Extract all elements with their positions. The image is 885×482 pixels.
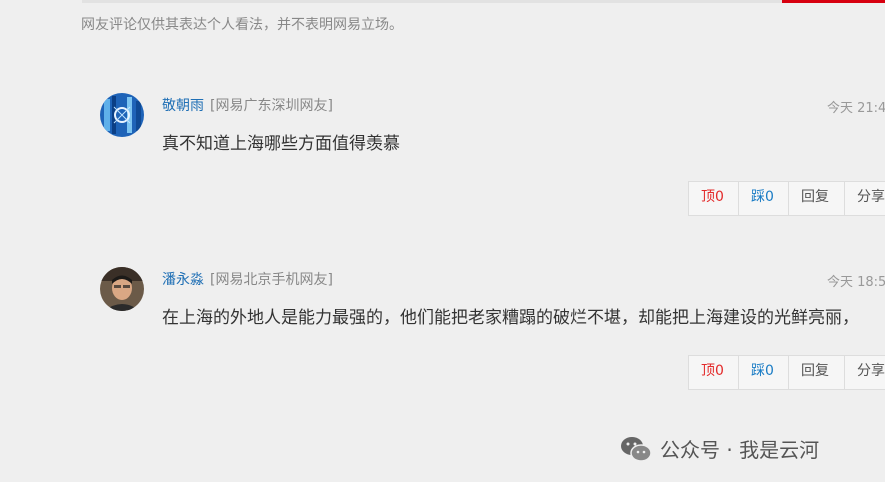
comment-input-border <box>82 0 782 3</box>
watermark-text: 公众号 · 我是云河 <box>660 438 820 462</box>
submit-button-edge[interactable] <box>782 0 885 3</box>
comment-actions: 顶0 踩0 回复 分享 <box>688 355 885 390</box>
comment-text: 真不知道上海哪些方面值得羡慕 <box>162 134 400 154</box>
user-location: [网易广东深圳网友] <box>210 98 333 114</box>
username-link[interactable]: 敬朝雨 <box>162 98 204 114</box>
upvote-button[interactable]: 顶0 <box>689 182 739 215</box>
comment-time: 今天 21:4 <box>827 101 885 116</box>
comment-meta: 敬朝雨 [网易广东深圳网友] <box>162 95 333 115</box>
comment-text: 在上海的外地人是能力最强的，他们能把老家糟蹋的破烂不堪，却能把上海建设的光鲜亮丽… <box>162 308 859 328</box>
upvote-button[interactable]: 顶0 <box>689 356 739 389</box>
user-location: [网易北京手机网友] <box>210 272 333 288</box>
share-button[interactable]: 分享 <box>845 182 885 215</box>
username-link[interactable]: 潘永淼 <box>162 272 204 288</box>
share-button[interactable]: 分享 <box>845 356 885 389</box>
avatar[interactable] <box>100 93 144 137</box>
comment-actions: 顶0 踩0 回复 分享 <box>688 181 885 216</box>
comment-item: 敬朝雨 [网易广东深圳网友] 今天 21:4 真不知道上海哪些方面值得羡慕 顶0 … <box>100 93 885 223</box>
watermark: 公众号 · 我是云河 <box>620 434 819 463</box>
avatar[interactable] <box>100 267 144 311</box>
comment-meta: 潘永淼 [网易北京手机网友] <box>162 269 333 289</box>
reply-button[interactable]: 回复 <box>789 356 845 389</box>
downvote-button[interactable]: 踩0 <box>739 356 789 389</box>
comment-item: 潘永淼 [网易北京手机网友] 今天 18:5 在上海的外地人是能力最强的，他们能把… <box>100 267 885 397</box>
reply-button[interactable]: 回复 <box>789 182 845 215</box>
wechat-icon <box>621 436 652 462</box>
disclaimer: 网友评论仅供其表达个人看法，并不表明网易立场。 <box>81 17 403 33</box>
comment-time: 今天 18:5 <box>827 275 885 290</box>
downvote-button[interactable]: 踩0 <box>739 182 789 215</box>
